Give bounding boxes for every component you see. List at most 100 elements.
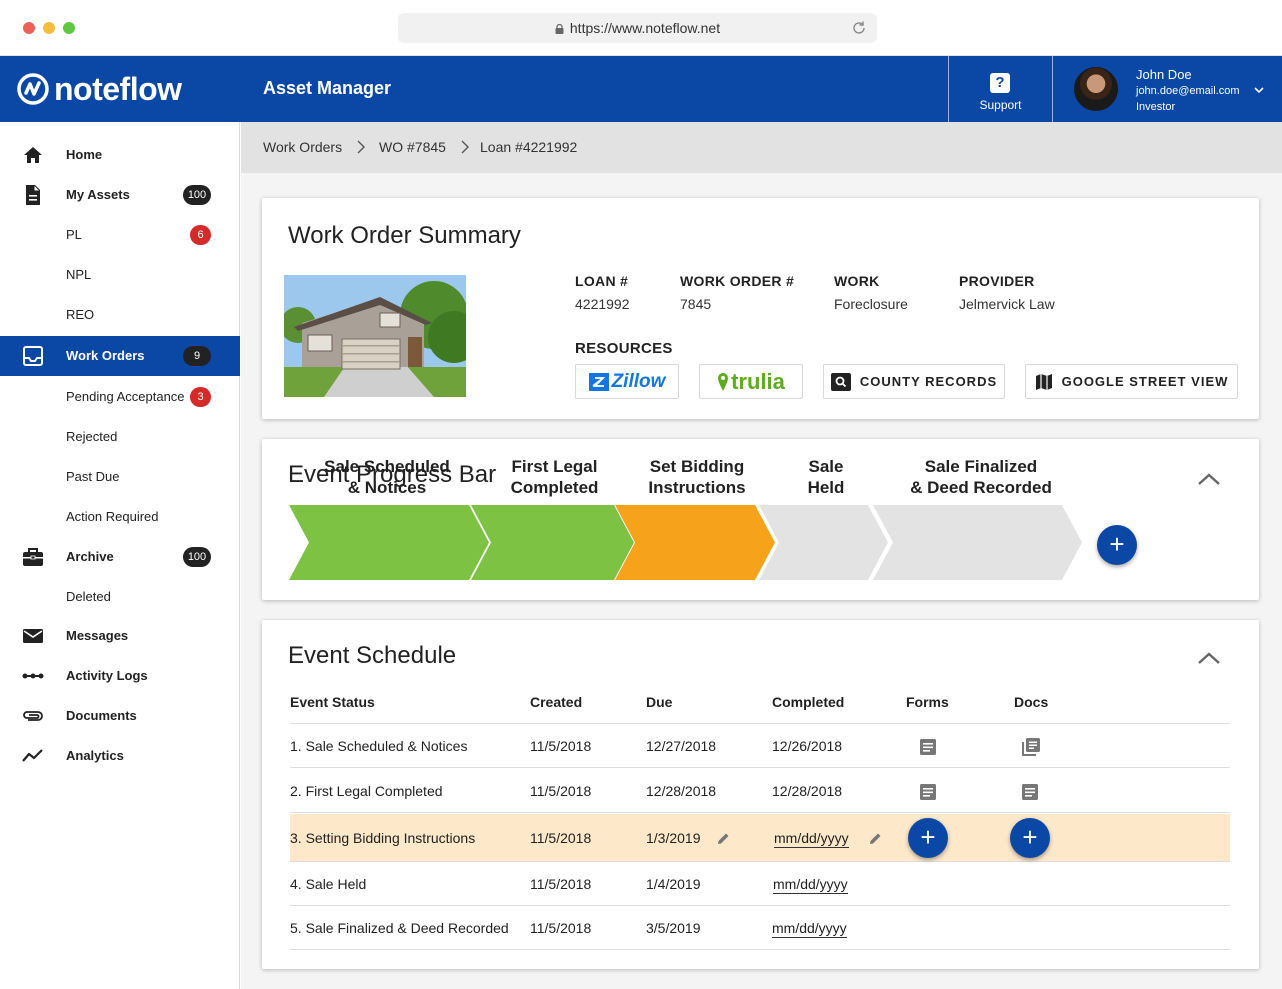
- user-profile-menu[interactable]: John Doe john.doe@email.com Investor: [1053, 56, 1282, 122]
- sidebar-item-past-due[interactable]: Past Due: [0, 457, 240, 497]
- add-step-button[interactable]: +: [1097, 525, 1137, 565]
- sidebar-item-label: Messages: [66, 628, 129, 643]
- event-status-cell: 3. Setting Bidding Instructions: [290, 830, 476, 846]
- sidebar-item-label: Home: [66, 147, 103, 162]
- sidebar-item-label: Rejected: [66, 429, 118, 444]
- breadcrumb-item[interactable]: WO #7845: [379, 139, 446, 155]
- chevron-down-icon[interactable]: [1253, 84, 1265, 96]
- trulia-label: trulia: [731, 368, 785, 394]
- mail-icon: [23, 629, 43, 643]
- sidebar-item-my-assets[interactable]: My Assets 100: [0, 175, 240, 215]
- briefcase-icon: [23, 548, 43, 566]
- event-schedule-card: Event Schedule Event Status Created Due …: [262, 620, 1259, 969]
- paperclip-icon: [23, 711, 43, 721]
- form-icon[interactable]: [919, 783, 937, 801]
- step-line: & Deed Recorded: [910, 477, 1052, 497]
- event-status-cell: 2. First Legal Completed: [290, 783, 443, 799]
- sidebar-item-label: PL: [66, 227, 82, 242]
- add-form-button[interactable]: +: [908, 818, 948, 858]
- google-street-view-button[interactable]: GOOGLE STREET VIEW: [1025, 364, 1238, 399]
- sidebar-item-pl[interactable]: PL 6: [0, 215, 240, 255]
- county-records-button[interactable]: COUNTY RECORDS: [823, 364, 1005, 399]
- sidebar-item-deleted[interactable]: Deleted: [0, 577, 240, 617]
- library-docs-icon[interactable]: [1021, 737, 1041, 757]
- close-window-dot[interactable]: [23, 22, 35, 34]
- created-cell: 11/5/2018: [530, 830, 592, 846]
- table-row: 2. First Legal Completed 11/5/2018 12/28…: [290, 769, 1230, 813]
- step-line: Set Bidding: [649, 456, 745, 476]
- sidebar-item-label: Activity Logs: [66, 668, 148, 683]
- form-icon[interactable]: [919, 738, 937, 756]
- sidebar-item-work-orders[interactable]: Work Orders 9: [0, 336, 240, 376]
- sidebar-item-home[interactable]: Home: [0, 135, 240, 175]
- sidebar-item-label: Documents: [66, 708, 137, 723]
- count-badge: 9: [183, 346, 211, 366]
- table-row: 4. Sale Held 11/5/2018 1/4/2019 mm/dd/yy…: [290, 862, 1230, 906]
- zillow-logo-icon: [588, 372, 609, 391]
- sidebar: Home My Assets 100 PL 6 NPL REO Work Ord…: [0, 122, 240, 989]
- sidebar-item-analytics[interactable]: Analytics: [0, 736, 240, 776]
- sidebar-item-documents[interactable]: Documents: [0, 696, 240, 736]
- completed-date-input[interactable]: mm/dd/yyyy: [772, 920, 847, 938]
- sidebar-item-npl[interactable]: NPL: [0, 255, 240, 295]
- sidebar-item-label: REO: [66, 307, 95, 322]
- sidebar-item-reo[interactable]: REO: [0, 295, 240, 335]
- support-label: Support: [979, 98, 1022, 112]
- doc-icon[interactable]: [1021, 783, 1039, 801]
- sidebar-item-messages[interactable]: Messages: [0, 616, 240, 656]
- table-row: 1. Sale Scheduled & Notices 11/5/2018 12…: [290, 724, 1230, 768]
- sidebar-item-label: Archive: [66, 549, 114, 564]
- sidebar-item-rejected[interactable]: Rejected: [0, 417, 240, 457]
- support-button[interactable]: ? Support: [949, 56, 1052, 122]
- maximize-window-dot[interactable]: [63, 22, 75, 34]
- completed-date-input[interactable]: mm/dd/yyyy: [773, 876, 848, 894]
- document-icon: [26, 185, 40, 205]
- sidebar-item-action-required[interactable]: Action Required: [0, 497, 240, 537]
- breadcrumb-item[interactable]: Work Orders: [263, 139, 342, 155]
- reload-icon[interactable]: [851, 20, 867, 36]
- progress-step-first-legal[interactable]: First Legal Completed: [488, 439, 621, 514]
- google-street-view-label: GOOGLE STREET VIEW: [1061, 374, 1229, 389]
- chevron-right-icon: [461, 140, 469, 154]
- map-icon: [1035, 373, 1052, 390]
- trulia-button[interactable]: trulia: [699, 364, 803, 399]
- step-line: Sale Scheduled: [324, 456, 450, 476]
- chevron-up-icon[interactable]: [1197, 472, 1221, 486]
- count-badge: 100: [183, 185, 211, 205]
- column-header-forms: Forms: [906, 694, 949, 710]
- count-badge: 6: [190, 225, 211, 245]
- noteflow-logo[interactable]: noteflow: [17, 72, 182, 106]
- sidebar-item-archive[interactable]: Archive 100: [0, 537, 240, 577]
- chevron-up-icon[interactable]: [1197, 651, 1221, 665]
- table-row: 5. Sale Finalized & Deed Recorded 11/5/2…: [290, 906, 1230, 950]
- edit-pencil-icon[interactable]: [717, 832, 730, 845]
- progress-step-set-bidding[interactable]: Set Bidding Instructions: [632, 439, 762, 514]
- due-cell: 3/5/2019: [646, 920, 701, 936]
- card-title: Work Order Summary: [288, 222, 521, 249]
- chevron-right-icon: [357, 140, 365, 154]
- count-badge: 3: [190, 387, 211, 407]
- progress-step-sale-scheduled[interactable]: Sale Scheduled & Notices: [307, 439, 467, 514]
- completed-cell: 12/28/2018: [772, 783, 843, 799]
- completed-date-input[interactable]: mm/dd/yyyy: [774, 830, 849, 848]
- url-text: https://www.noteflow.net: [569, 20, 721, 36]
- sidebar-item-pending-acceptance[interactable]: Pending Acceptance 3: [0, 377, 240, 417]
- address-bar[interactable]: https://www.noteflow.net: [398, 13, 877, 43]
- edit-pencil-icon[interactable]: [869, 832, 882, 845]
- card-title: Event Schedule: [288, 642, 457, 669]
- progress-step-shape: [873, 505, 1082, 580]
- due-cell: 12/27/2018: [646, 738, 717, 754]
- progress-step-sale-finalized[interactable]: Sale Finalized & Deed Recorded: [890, 439, 1072, 514]
- sidebar-item-label: Past Due: [66, 469, 120, 484]
- add-doc-button[interactable]: +: [1010, 818, 1050, 858]
- minimize-window-dot[interactable]: [43, 22, 55, 34]
- inbox-icon: [23, 346, 43, 366]
- zillow-button[interactable]: Zillow: [575, 364, 679, 399]
- analytics-icon: [22, 749, 43, 762]
- avatar: [1073, 66, 1119, 112]
- step-line: First Legal: [511, 456, 598, 476]
- sidebar-item-activity-logs[interactable]: Activity Logs: [0, 656, 240, 696]
- step-line: Held: [807, 477, 845, 497]
- loan-number-label: LOAN #: [575, 273, 629, 289]
- progress-step-sale-held[interactable]: Sale Held: [776, 439, 876, 514]
